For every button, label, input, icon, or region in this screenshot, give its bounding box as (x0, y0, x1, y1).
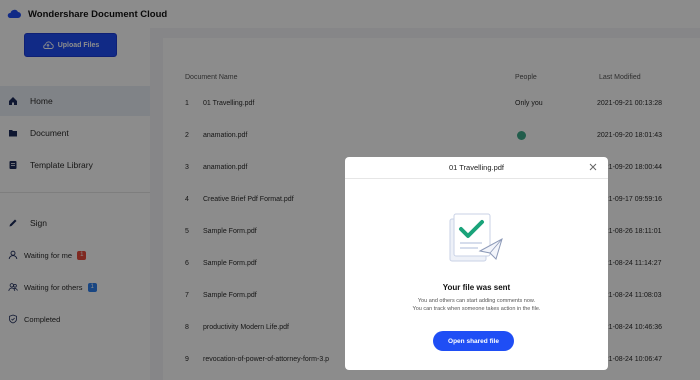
dialog-title: 01 Travelling.pdf (448, 163, 505, 172)
sent-description: You and others can start adding comments… (345, 297, 608, 313)
sent-heading: Your file was sent (442, 283, 511, 292)
close-icon[interactable] (588, 162, 598, 172)
file-sent-dialog: 01 Travelling.pdf Your file was sent You… (345, 157, 608, 370)
sent-description-line: You and others can start adding comments… (417, 298, 536, 304)
open-shared-file-button[interactable]: Open shared file (433, 331, 514, 351)
file-sent-illustration-icon (449, 213, 503, 262)
sent-description-line: You can track when someone takes action … (412, 306, 541, 312)
dialog-header: 01 Travelling.pdf (345, 157, 608, 179)
